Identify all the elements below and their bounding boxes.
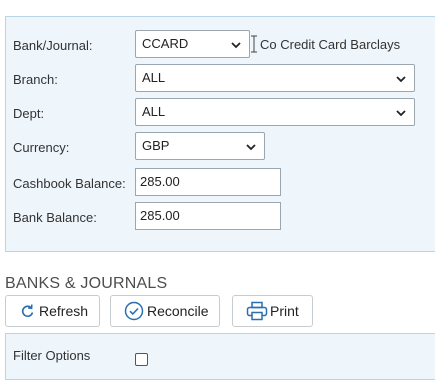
bank-journal-select[interactable]: CCARD xyxy=(135,30,250,58)
check-circle-icon xyxy=(124,301,144,321)
bank-journal-label: Bank/Journal: xyxy=(13,38,93,53)
section-title: BANKS & JOURNALS xyxy=(5,275,168,292)
dept-value: ALL xyxy=(142,104,166,119)
branch-select[interactable]: ALL xyxy=(135,64,415,92)
text-cursor-icon xyxy=(251,35,257,53)
chevron-down-icon xyxy=(246,144,256,151)
branch-value: ALL xyxy=(142,70,166,85)
cashbook-balance-label: Cashbook Balance: xyxy=(13,176,126,191)
refresh-button[interactable]: Refresh xyxy=(5,295,100,327)
dept-select[interactable]: ALL xyxy=(135,98,415,126)
reconcile-button[interactable]: Reconcile xyxy=(110,295,220,327)
print-label: Print xyxy=(270,303,299,319)
dept-label: Dept: xyxy=(13,106,45,121)
chevron-down-icon xyxy=(396,76,406,83)
bank-balance-label: Bank Balance: xyxy=(13,210,97,225)
filter-options-label: Filter Options xyxy=(13,348,91,363)
currency-select[interactable]: GBP xyxy=(135,132,265,160)
print-button[interactable]: Print xyxy=(232,295,313,327)
printer-icon xyxy=(246,301,268,321)
cashbook-balance-field[interactable]: 285.00 xyxy=(135,168,281,196)
refresh-icon xyxy=(21,304,34,317)
reconcile-label: Reconcile xyxy=(147,303,209,319)
currency-value: GBP xyxy=(142,138,170,153)
bank-journal-description: Co Credit Card Barclays xyxy=(260,37,401,52)
chevron-down-icon xyxy=(396,110,406,117)
branch-label: Branch: xyxy=(13,72,58,87)
refresh-label: Refresh xyxy=(39,303,89,319)
chevron-down-icon xyxy=(231,42,241,49)
bank-balance-field[interactable]: 285.00 xyxy=(135,202,281,230)
currency-label: Currency: xyxy=(13,140,70,155)
filter-options-checkbox[interactable] xyxy=(135,353,148,366)
bank-journal-value: CCARD xyxy=(142,36,189,51)
